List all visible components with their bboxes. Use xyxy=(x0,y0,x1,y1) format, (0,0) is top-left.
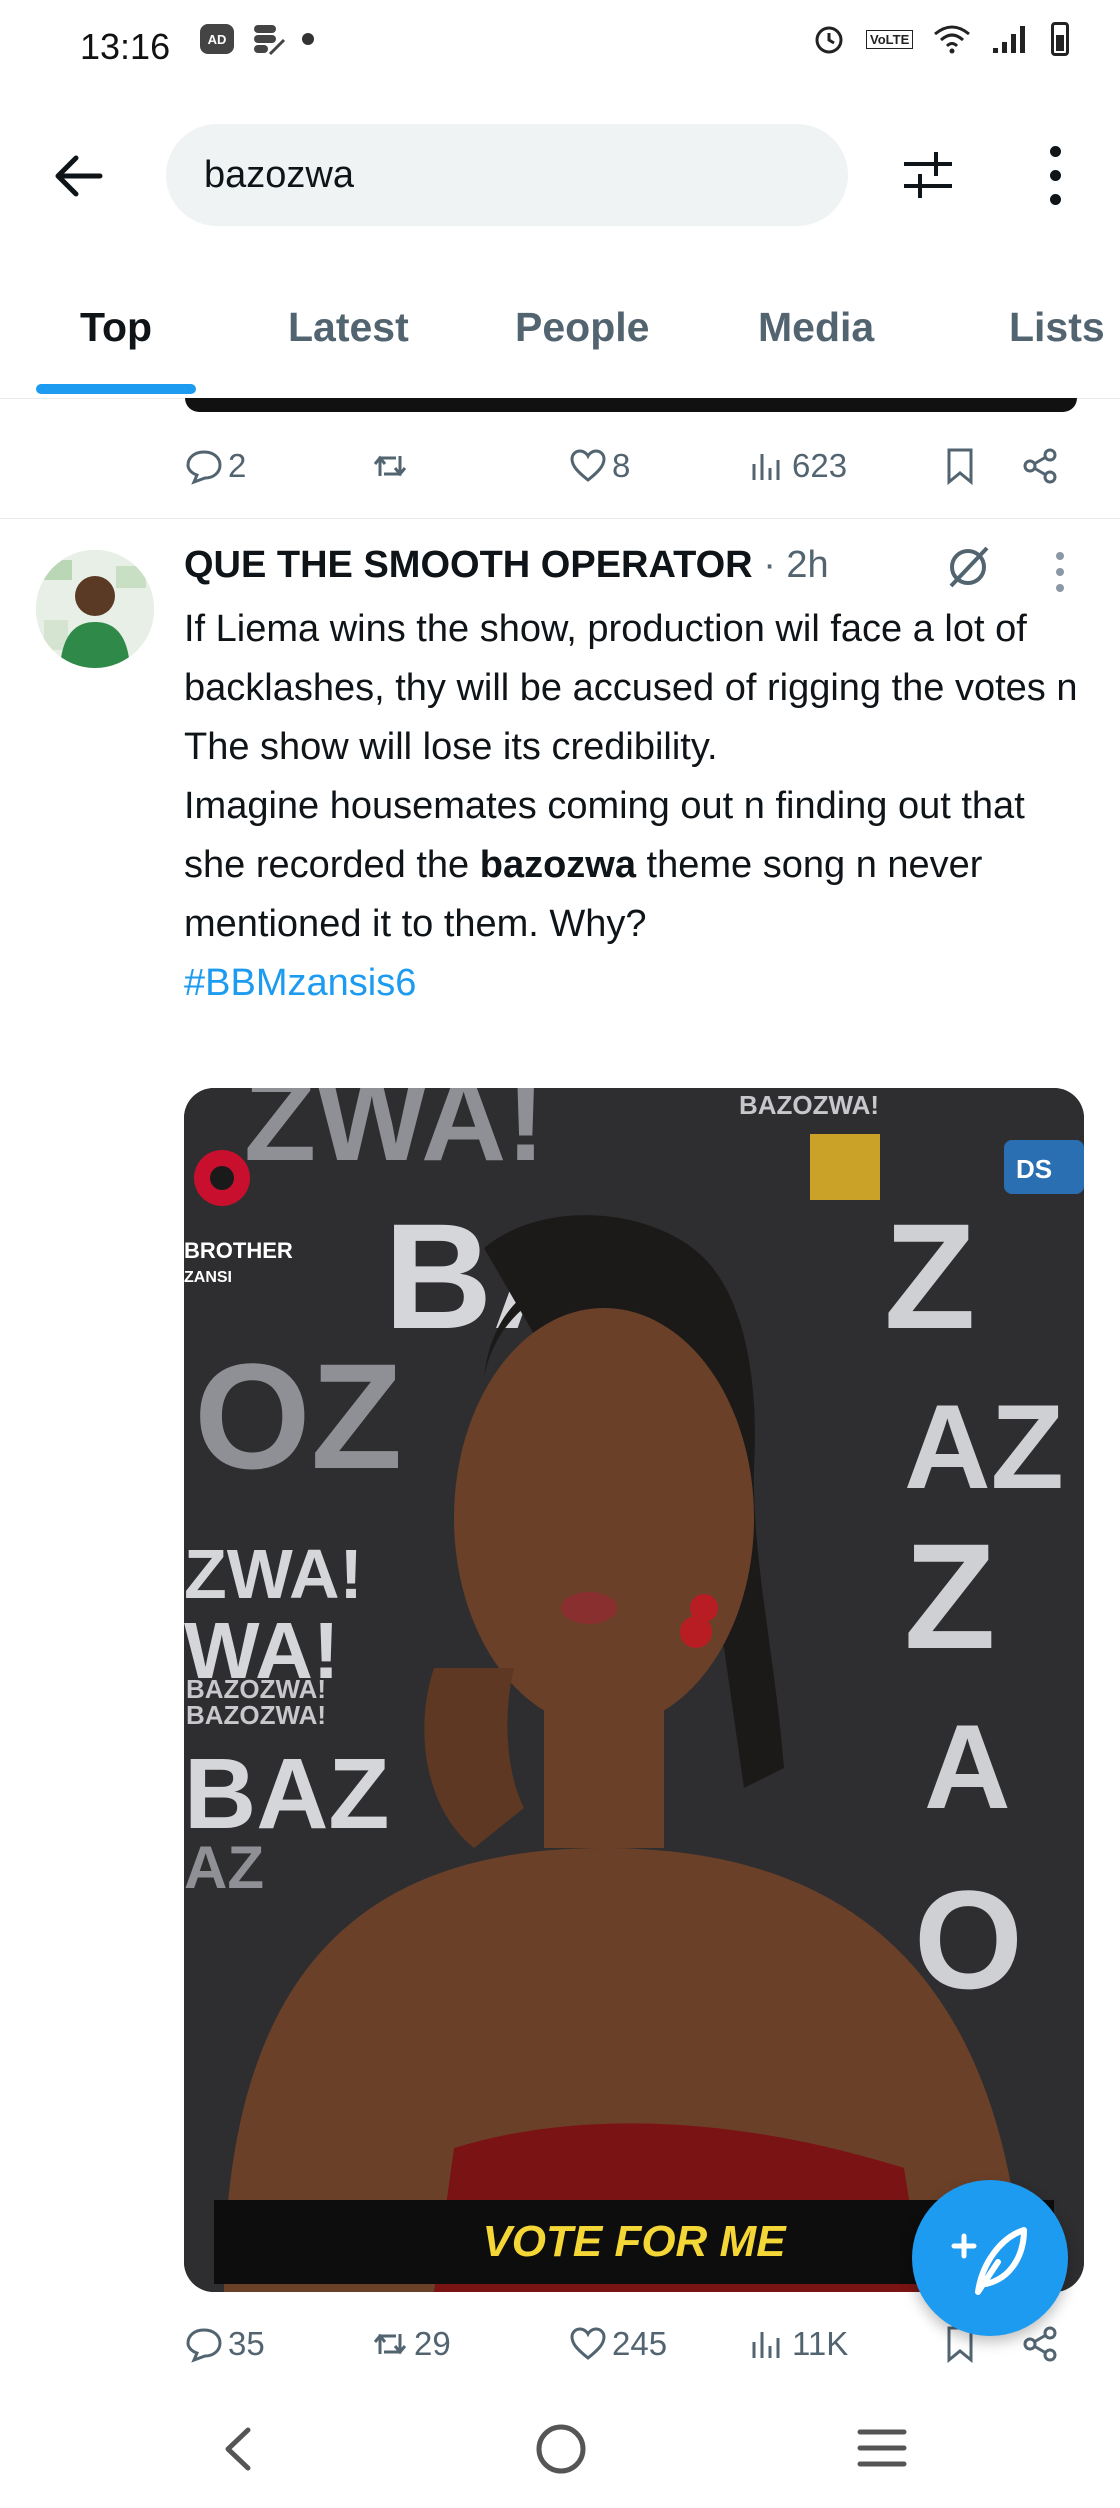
nav-back-icon[interactable] xyxy=(218,2424,258,2474)
repost-count: 29 xyxy=(414,2325,451,2362)
bg-word: OZ xyxy=(194,1332,402,1500)
like-button[interactable]: 245 xyxy=(568,2324,667,2364)
svg-text:AZ: AZ xyxy=(904,1380,1064,1514)
tab-top[interactable]: Top xyxy=(80,304,152,351)
tab-people[interactable]: People xyxy=(515,304,649,351)
status-bar: 13:16 AD VoLTE xyxy=(0,0,1120,100)
alarm-icon xyxy=(815,26,843,54)
previous-tweet-media[interactable] xyxy=(185,398,1077,412)
reply-icon xyxy=(186,450,222,485)
nav-recents-icon[interactable] xyxy=(856,2426,908,2470)
tweet-more-button[interactable] xyxy=(1054,552,1066,592)
repost-icon xyxy=(373,455,407,477)
svg-text:A: A xyxy=(924,1700,1011,1834)
tweet-paragraph-1: If Liema wins the show, production wil f… xyxy=(184,608,1078,768)
notification-dot-icon xyxy=(302,33,314,45)
hashtag-link[interactable]: #BBMzansis6 xyxy=(184,962,416,1004)
tab-media[interactable]: Media xyxy=(758,304,874,351)
search-input[interactable]: bazozwa xyxy=(166,124,848,226)
tab-latest[interactable]: Latest xyxy=(288,304,409,351)
search-tabs: Top Latest People Media Lists xyxy=(0,290,1120,399)
like-count: 245 xyxy=(612,2325,668,2362)
bg-word: ZWA! xyxy=(244,1088,545,1186)
highlighted-term: bazozwa xyxy=(479,844,636,886)
active-tab-indicator xyxy=(36,384,196,394)
reply-count: 35 xyxy=(228,2325,265,2362)
compose-post-button[interactable] xyxy=(912,2180,1068,2336)
share-icon xyxy=(1023,448,1057,484)
search-query: bazozwa xyxy=(204,154,354,196)
tweet-paragraph-2: Imagine housemates coming out n finding … xyxy=(184,777,1084,954)
status-left-icons: AD xyxy=(200,22,314,56)
view-count: 623 xyxy=(792,447,848,484)
repost-button[interactable]: 29 xyxy=(370,2324,451,2364)
heart-icon xyxy=(570,2327,606,2360)
bookmark-button[interactable] xyxy=(940,446,980,486)
views-icon xyxy=(752,454,780,480)
previous-tweet-actions: 2 8 623 xyxy=(0,440,1120,500)
reply-count: 2 xyxy=(228,447,247,484)
tweet-time: · 2h xyxy=(763,544,829,586)
back-arrow-icon xyxy=(55,155,103,197)
avatar[interactable] xyxy=(36,550,154,668)
tweet-text: If Liema wins the show, production wil f… xyxy=(184,600,1084,1013)
tweet-divider xyxy=(0,518,1120,519)
repost-icon xyxy=(373,2333,407,2355)
bg-word: BAZOZWA! xyxy=(186,1700,326,1730)
data-saver-icon xyxy=(254,25,286,56)
reply-icon xyxy=(186,2328,222,2363)
media-banner-text: VOTE FOR ME xyxy=(482,2217,787,2266)
show-logo-text: ZANSI xyxy=(184,1269,232,1286)
search-filter-button[interactable] xyxy=(898,146,958,204)
system-navigation-bar xyxy=(0,2384,1120,2508)
volte-icon: VoLTE xyxy=(866,29,914,49)
tab-lists[interactable]: Lists xyxy=(1009,304,1105,351)
bg-word: AZ xyxy=(184,1834,264,1901)
svg-text:Z: Z xyxy=(884,1192,976,1360)
show-logo-text: BROTHER xyxy=(184,1238,293,1263)
grok-button[interactable] xyxy=(945,544,991,590)
reply-button[interactable]: 35 xyxy=(184,2324,265,2364)
svg-text:Z: Z xyxy=(904,1512,996,1680)
signal-icon xyxy=(993,26,1026,53)
reply-button[interactable]: 2 xyxy=(184,446,246,486)
compose-feather-icon xyxy=(951,2227,1027,2295)
heart-icon xyxy=(570,449,606,482)
battery-icon xyxy=(1051,22,1070,56)
share-button[interactable] xyxy=(1020,446,1060,486)
tweet-header: QUE THE SMOOTH OPERATOR · 2h xyxy=(184,544,829,587)
repost-button[interactable] xyxy=(370,446,414,486)
views-button[interactable]: 11K xyxy=(748,2324,848,2364)
views-button[interactable]: 623 xyxy=(748,446,847,486)
nav-home-icon[interactable] xyxy=(534,2422,588,2476)
bookmark-icon xyxy=(947,448,973,486)
sliders-icon xyxy=(904,152,952,198)
status-time: 13:16 xyxy=(80,26,171,67)
grok-icon xyxy=(949,546,989,588)
more-options-button[interactable] xyxy=(1035,140,1075,212)
author-name[interactable]: QUE THE SMOOTH OPERATOR xyxy=(184,544,753,586)
bg-word: BAZOZWA! xyxy=(739,1090,879,1120)
status-right-icons: VoLTE xyxy=(812,22,1070,56)
views-icon xyxy=(752,2332,780,2358)
ad-badge-icon: AD xyxy=(200,24,234,54)
like-button[interactable]: 8 xyxy=(568,446,630,486)
channel-logo-text: DS xyxy=(1016,1154,1052,1184)
like-count: 8 xyxy=(612,447,631,484)
back-button[interactable] xyxy=(50,148,120,208)
view-count: 11K xyxy=(792,2325,849,2362)
bg-word: ZWA! xyxy=(184,1535,363,1613)
wifi-icon xyxy=(934,25,971,54)
tweet-media-image[interactable]: ZWA! BAZOZWA! BA OZ ZWA! WA! BAZOZWA! BA… xyxy=(184,1088,1084,2292)
